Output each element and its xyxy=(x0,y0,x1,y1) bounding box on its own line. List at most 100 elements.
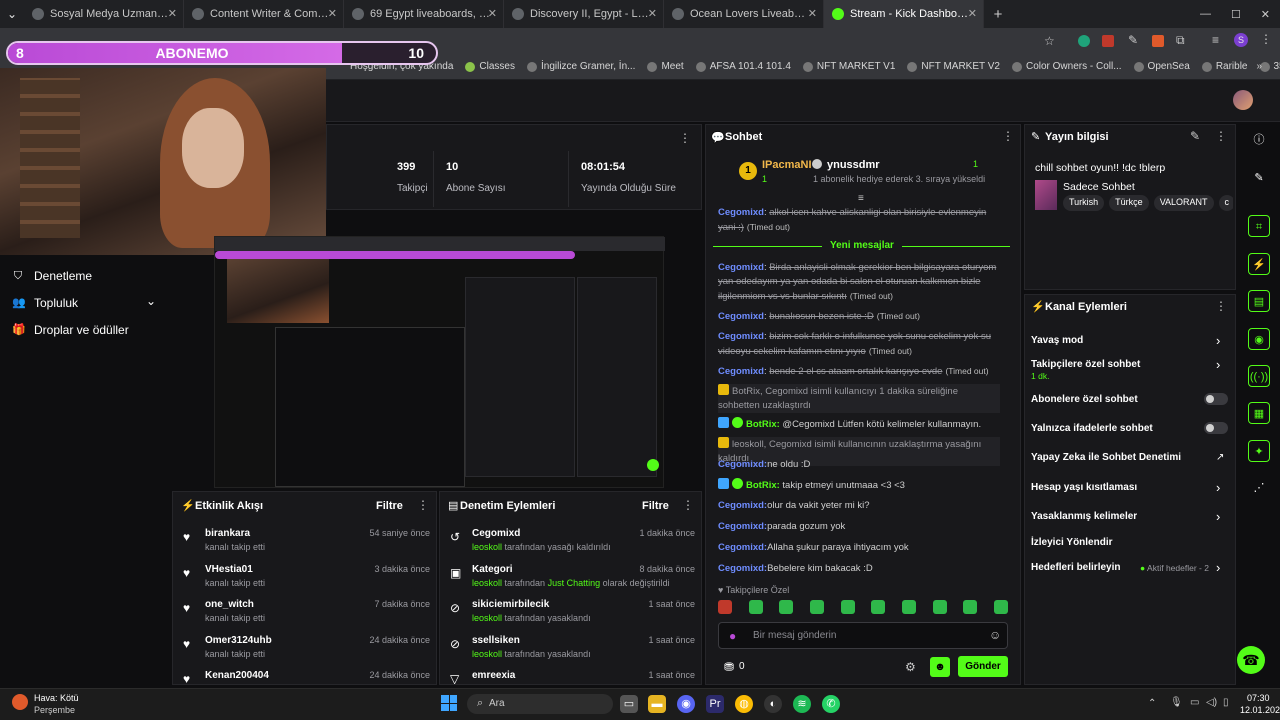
close-tab-icon[interactable]: ✕ xyxy=(488,7,497,20)
task-view-icon[interactable]: ▭ xyxy=(620,695,638,713)
share-icon[interactable]: ⋰ xyxy=(1248,477,1270,499)
channel-action-i-zleyici-yönlendir[interactable]: İzleyici Yönlendir xyxy=(1031,537,1113,548)
stream-tag[interactable]: c xyxy=(1218,195,1233,211)
chat-rail-icon[interactable]: ◉ xyxy=(1248,328,1270,350)
emote-icon[interactable] xyxy=(871,600,886,614)
chat-username[interactable]: Cegomixd: xyxy=(718,542,767,553)
edit-icon[interactable]: ✎ xyxy=(1190,129,1200,143)
channel-action-yasaklanmış-kelimeler[interactable]: Yasaklanmış kelimeler xyxy=(1031,511,1137,522)
bot-message[interactable]: BotRix: takip etmeyi unutmaaa <3 <3 xyxy=(718,478,1000,493)
bookmark-item[interactable]: Meet xyxy=(647,61,684,72)
top-gifter-name[interactable]: IPacmaNI xyxy=(762,159,812,171)
clock-time[interactable]: 07:30 xyxy=(1247,693,1270,703)
close-tab-icon[interactable]: ✕ xyxy=(328,7,337,20)
premiere-icon[interactable]: Pr xyxy=(706,695,724,713)
bookmark-item[interactable]: Classes xyxy=(465,61,515,72)
chevron-right-icon[interactable]: › xyxy=(1216,560,1220,575)
tray-chevron-icon[interactable]: ⌃ xyxy=(1148,698,1156,709)
chat-username[interactable]: Cegomixd: xyxy=(718,563,767,574)
minimize-icon[interactable]: — xyxy=(1200,8,1211,21)
bookmark-item[interactable]: AFSA 101.4 101.4 xyxy=(695,61,791,72)
activity-username[interactable]: Omer3124uhb xyxy=(205,635,272,646)
lightning-rail-icon[interactable]: ⚡ xyxy=(1248,253,1270,275)
bookmark-item[interactable]: İngilizce Gramer, İn... xyxy=(526,61,635,72)
menu-icon[interactable]: ⋮ xyxy=(1260,32,1272,46)
chat-message[interactable]: Cegomixd:ne oldu :D xyxy=(718,458,1000,472)
browser-tab[interactable]: Ocean Lovers Liveaboard, Egypt✕ xyxy=(664,0,824,28)
chat-input[interactable]: Bir mesaj gönderin xyxy=(753,630,836,641)
chat-username[interactable]: Cegomixd: xyxy=(718,500,767,511)
user-avatar[interactable] xyxy=(1233,90,1253,110)
puzzle-icon[interactable]: ⧉ xyxy=(1176,33,1185,48)
wrench-icon[interactable]: ✦ xyxy=(1248,440,1270,462)
moderation-target[interactable]: ssellsiken xyxy=(472,635,520,646)
chat-username[interactable]: Cegomixd xyxy=(718,262,764,273)
browser-tab[interactable]: Sosyal Medya Uzmanı Arayıyor✕ xyxy=(24,0,184,28)
stream-tag[interactable]: VALORANT xyxy=(1153,195,1214,211)
toggle-switch[interactable] xyxy=(1204,422,1228,434)
moderation-target[interactable]: emreexia xyxy=(472,670,515,681)
bookmark-item[interactable]: OpenSea xyxy=(1133,61,1190,72)
send-button[interactable]: Gönder xyxy=(958,656,1008,677)
chat-username[interactable]: Cegomixd: xyxy=(718,521,767,532)
chat-username[interactable]: leoskoll, Cegomixd xyxy=(732,439,812,450)
chat-username[interactable]: Cegomixd xyxy=(718,207,764,218)
toggle-switch[interactable] xyxy=(1204,393,1228,405)
emote-icon[interactable] xyxy=(809,600,824,614)
moderation-item[interactable]: ▣ Kategori leoskoll tarafından Just Chatti… xyxy=(440,560,701,596)
edit-rail-icon[interactable]: ✎ xyxy=(1248,167,1270,189)
chevron-right-icon[interactable]: › xyxy=(1216,509,1220,524)
close-tab-icon[interactable]: ✕ xyxy=(968,7,977,20)
chevron-down-icon[interactable]: ⌄ xyxy=(146,294,156,308)
modlog-menu-icon[interactable]: ⋮ xyxy=(682,498,694,512)
external-link-icon[interactable]: ↗ xyxy=(1216,452,1224,463)
info-icon[interactable]: ⓘ xyxy=(1248,129,1270,151)
screenshot-icon[interactable]: ⌗ xyxy=(1248,215,1270,237)
spotify-icon[interactable]: ≋ xyxy=(793,695,811,713)
chat-input-box[interactable]: ● Bir mesaj gönderin ☺ xyxy=(718,622,1008,649)
emote-icon[interactable] xyxy=(718,600,732,614)
volume-icon[interactable]: ◁) xyxy=(1206,697,1217,708)
bookmark-item[interactable]: NFT MARKET V1 xyxy=(802,61,895,72)
moderation-item[interactable]: ↺ Cegomixd leoskoll tarafından yasağı kald… xyxy=(440,524,701,560)
taskbar-search[interactable]: ⌕ Ara xyxy=(467,694,613,714)
emote-icon[interactable] xyxy=(748,600,763,614)
bookmark-star-icon[interactable]: ☆ xyxy=(1044,34,1055,48)
chat-username[interactable]: Cegomixd xyxy=(718,331,764,342)
stream-preview[interactable] xyxy=(214,236,665,488)
chat-message[interactable]: Cegomixd: Birda anlayisli olmak gerekior… xyxy=(718,261,1000,304)
system-message[interactable]: BotRix, Cegomixd isimli kullanıcıyı 1 da… xyxy=(718,384,1000,413)
activity-item[interactable]: ♥ Omer3124uhb kanalı takip etti 24 dakika ö… xyxy=(173,631,436,667)
chat-message[interactable]: Cegomixd: bunalıosun bezen iste :D (Timed… xyxy=(718,309,1000,324)
extension-icon[interactable] xyxy=(1078,35,1090,47)
chat-username[interactable]: BotRix: xyxy=(746,480,780,491)
channel-action-hesap-yaşı-kısıtlaması[interactable]: Hesap yaşı kısıtlaması xyxy=(1031,482,1137,493)
chat-menu-icon[interactable]: ⋮ xyxy=(1002,129,1014,143)
activity-item[interactable]: ♥ birankara kanalı takip etti 54 saniye önc… xyxy=(173,524,436,560)
sidebar-item-topluluk[interactable]: 👥 Topluluk xyxy=(0,289,170,316)
chat-message[interactable]: Cegomixd:Allaha şukur paraya ihtiyacım y… xyxy=(718,541,1000,555)
more-bookmarks-icon[interactable]: » xyxy=(1256,61,1262,72)
new-tab-button[interactable]: + xyxy=(984,6,1012,23)
moderation-item[interactable]: ⊘ ssellsiken leoskoll tarafından yasakland… xyxy=(440,631,701,667)
obs-icon[interactable]: ◐ xyxy=(764,695,782,713)
moderator-name[interactable]: leoskoll xyxy=(472,542,502,552)
sidebar-item-denetleme[interactable]: ⛉ Denetleme xyxy=(0,262,170,289)
chat-message[interactable]: Cegomixd: alkol icen kahve aliskanligi o… xyxy=(718,206,1000,235)
activity-item[interactable]: ♥ Kenan200404 24 dakika önce xyxy=(173,666,436,684)
channel-action-takipçilere-özel-sohbet[interactable]: Takipçilere özel sohbet xyxy=(1031,359,1140,370)
chat-username[interactable]: Cegomixd xyxy=(718,311,764,322)
chat-username[interactable]: BotRix: xyxy=(746,419,780,430)
whatsapp-icon[interactable]: ✆ xyxy=(822,695,840,713)
windows-start-icon[interactable] xyxy=(441,695,457,711)
pen-icon[interactable]: ✎ xyxy=(1128,33,1138,47)
emote-icon[interactable] xyxy=(963,600,978,614)
battery-icon[interactable]: ▯ xyxy=(1223,697,1229,708)
chevron-right-icon[interactable]: › xyxy=(1216,357,1220,372)
channel-action-yavaş-mod[interactable]: Yavaş mod xyxy=(1031,335,1083,346)
bookmark-item[interactable]: Rarible xyxy=(1201,61,1248,72)
microphone-tray-icon[interactable]: 🎙 xyxy=(1170,697,1183,708)
emoji-icon[interactable]: ☺ xyxy=(989,628,1001,642)
activity-username[interactable]: birankara xyxy=(205,528,250,539)
stream-tag[interactable]: Türkçe xyxy=(1109,195,1149,211)
